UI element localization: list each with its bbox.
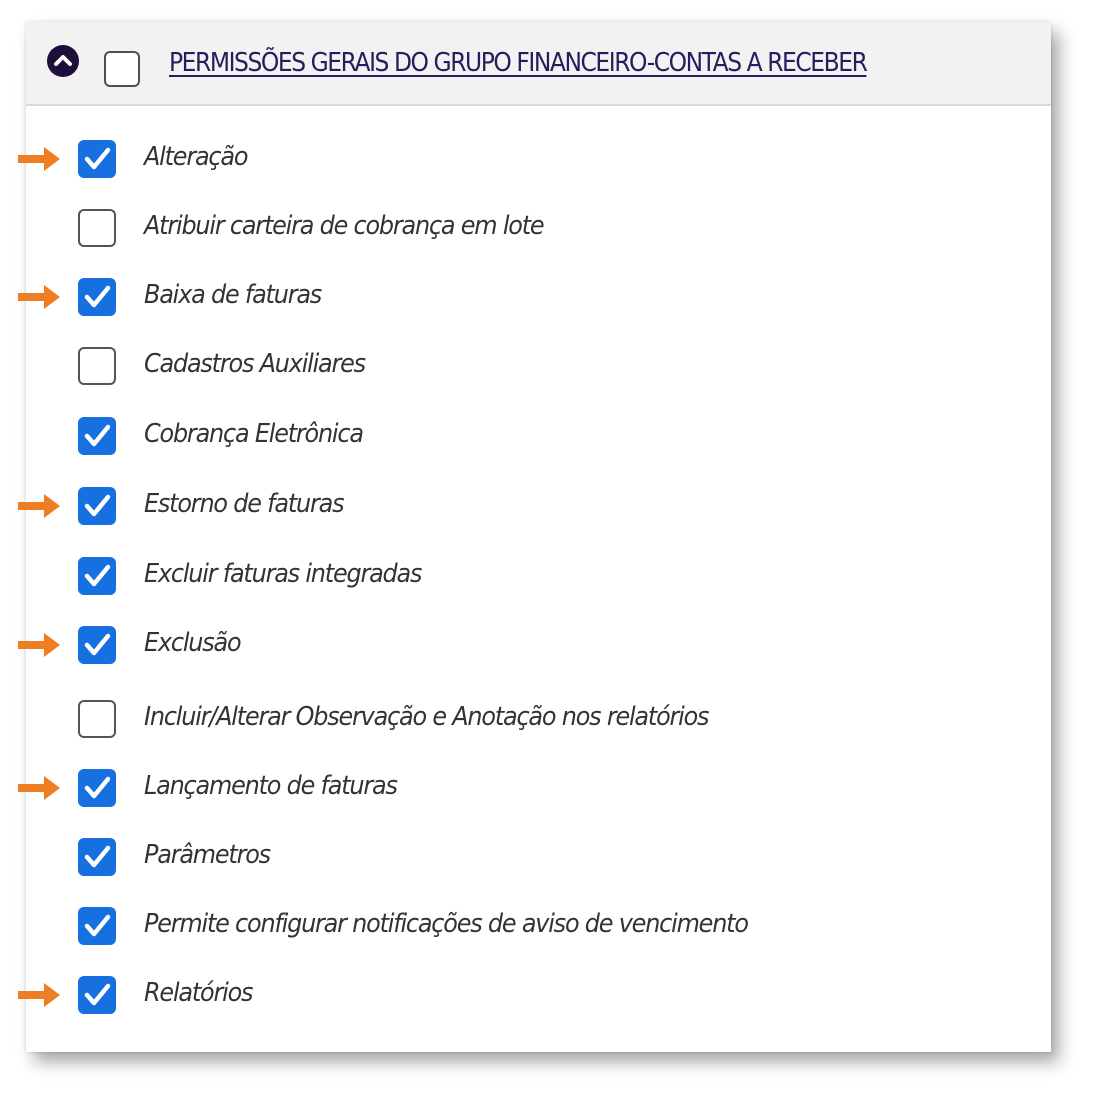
arrow-right-icon [18,494,60,518]
permission-row: Atribuir carteira de cobrança em lote [26,203,1051,253]
permission-row: Baixa de faturas [18,272,1051,322]
permission-label: Alteração [144,142,248,172]
checkmark-icon [84,633,111,656]
permission-checkbox[interactable] [78,838,116,876]
checkmark-icon [84,776,111,799]
arrow-right-icon [18,147,60,171]
permission-checkbox[interactable] [78,417,116,455]
checkmark-icon [84,285,111,308]
permission-row: Alteração [18,134,1051,184]
checkmark-icon [84,914,111,937]
arrow-right-icon [18,776,60,800]
permission-row: Parâmetros [26,832,1051,882]
permission-label: Parâmetros [144,840,271,870]
checkmark-icon [84,564,111,587]
permission-label: Incluir/Alterar Observação e Anotação no… [144,702,710,732]
permission-row: Incluir/Alterar Observação e Anotação no… [26,694,1051,744]
permission-label: Baixa de faturas [144,280,322,310]
checkmark-icon [84,424,111,447]
permission-checkbox[interactable] [78,700,116,738]
permission-checkbox[interactable] [78,278,116,316]
permission-label: Atribuir carteira de cobrança em lote [144,211,545,241]
permissions-group-header: PERMISSÕES GERAIS DO GRUPO FINANCEIRO-CO… [26,22,1051,106]
permission-checkbox[interactable] [78,347,116,385]
select-all-checkbox[interactable] [104,51,140,87]
permission-row: Exclusão [18,620,1051,670]
arrow-right-icon [18,633,60,657]
permission-checkbox[interactable] [78,907,116,945]
permission-label: Exclusão [144,628,242,658]
permission-label: Lançamento de faturas [144,771,398,801]
checkmark-icon [84,147,111,170]
permission-label: Relatórios [144,978,253,1008]
permission-label: Cobrança Eletrônica [144,419,364,449]
chevron-up-icon [54,55,72,66]
permission-row: Relatórios [18,970,1051,1020]
permission-checkbox[interactable] [78,976,116,1014]
permissions-panel: PERMISSÕES GERAIS DO GRUPO FINANCEIRO-CO… [18,22,1051,1052]
permission-checkbox[interactable] [78,209,116,247]
permission-row: Cobrança Eletrônica [26,411,1051,461]
permission-checkbox[interactable] [78,140,116,178]
permission-label: Estorno de faturas [144,489,345,519]
arrow-right-icon [18,285,60,309]
permission-label: Excluir faturas integradas [144,559,422,589]
checkmark-icon [84,845,111,868]
permission-row: Excluir faturas integradas [26,551,1051,601]
permission-label: Permite configurar notificações de aviso… [144,909,749,939]
permission-checkbox[interactable] [78,626,116,664]
permission-label: Cadastros Auxiliares [144,349,366,379]
permission-checkbox[interactable] [78,769,116,807]
checkmark-icon [84,983,111,1006]
permission-checkbox[interactable] [78,487,116,525]
permission-row: Estorno de faturas [18,481,1051,531]
arrow-right-icon [18,983,60,1007]
permission-row: Cadastros Auxiliares [26,341,1051,391]
checkmark-icon [84,494,111,517]
permission-checkbox[interactable] [78,557,116,595]
collapse-button[interactable] [47,45,79,77]
group-title-link[interactable]: PERMISSÕES GERAIS DO GRUPO FINANCEIRO-CO… [169,48,868,78]
permission-row: Permite configurar notificações de aviso… [26,901,1051,951]
permission-row: Lançamento de faturas [18,763,1051,813]
